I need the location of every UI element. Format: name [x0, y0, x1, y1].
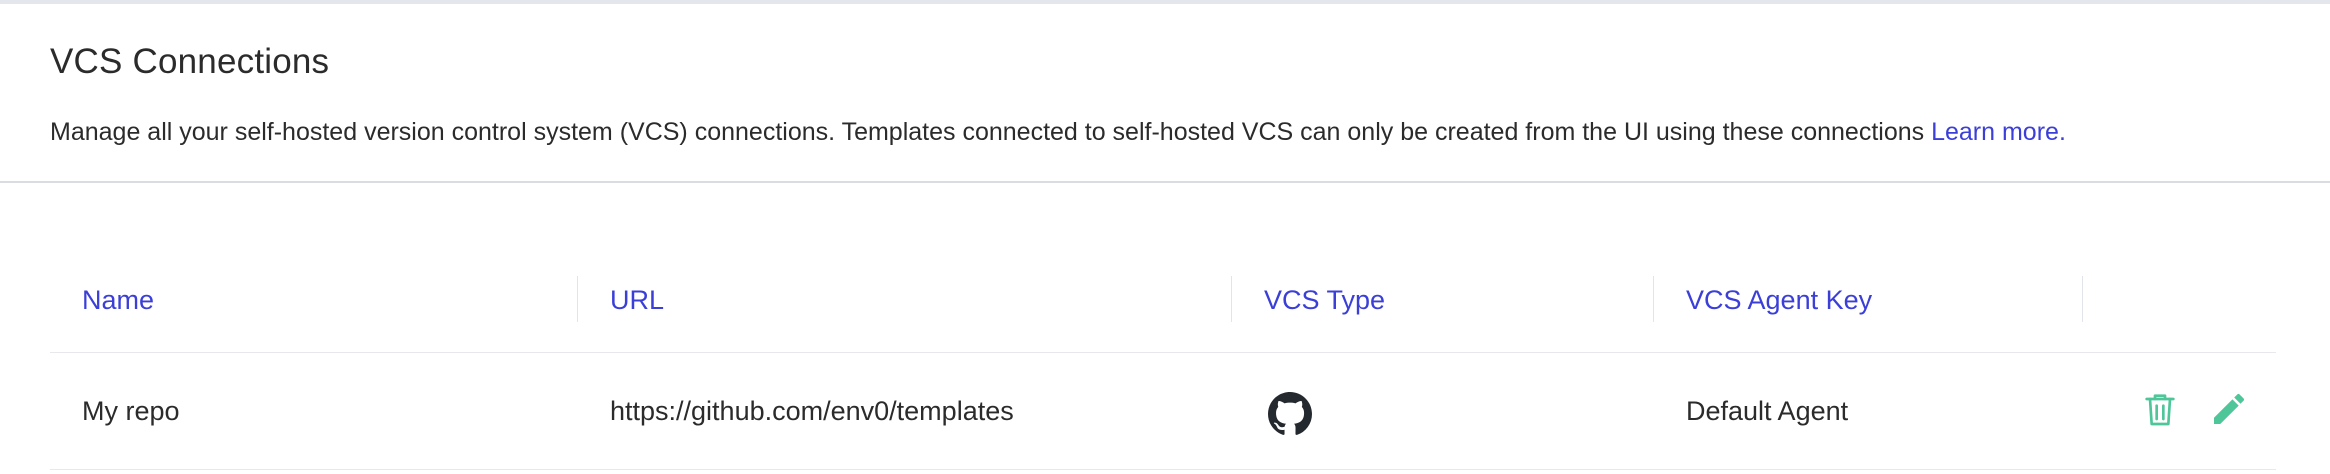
cell-agent-key: Default Agent — [1686, 396, 1849, 426]
page-title: VCS Connections — [50, 42, 330, 81]
vcs-connections-page: VCS Connections Manage all your self-hos… — [0, 0, 2330, 474]
page-header: VCS Connections Manage all your self-hos… — [0, 0, 2330, 183]
table-row[interactable]: My repo https://github.com/env0/template… — [50, 353, 2276, 470]
table-header: Name URL VCS Type VCS Agent Key — [50, 254, 2276, 353]
column-header-vcs-type[interactable]: VCS Type — [1264, 276, 1385, 324]
column-divider — [1231, 276, 1232, 322]
description-text: Manage all your self-hosted version cont… — [50, 118, 1925, 146]
page-description: Manage all your self-hosted version cont… — [50, 118, 2066, 147]
column-divider — [1653, 276, 1654, 322]
vcs-connections-table: Name URL VCS Type VCS Agent Key My repo … — [50, 254, 2276, 470]
column-header-url[interactable]: URL — [610, 276, 664, 324]
learn-more-link[interactable]: Learn more — [1931, 118, 2059, 146]
github-icon — [1268, 392, 1312, 435]
learn-more-period: . — [2058, 118, 2066, 146]
edit-icon[interactable] — [2209, 389, 2249, 429]
delete-icon[interactable] — [2140, 389, 2180, 429]
column-header-agent-key[interactable]: VCS Agent Key — [1686, 276, 1872, 324]
column-divider — [577, 276, 578, 322]
column-header-name[interactable]: Name — [82, 276, 154, 324]
column-divider — [2082, 276, 2083, 322]
cell-url: https://github.com/env0/templates — [610, 396, 1014, 426]
cell-name: My repo — [82, 396, 180, 426]
